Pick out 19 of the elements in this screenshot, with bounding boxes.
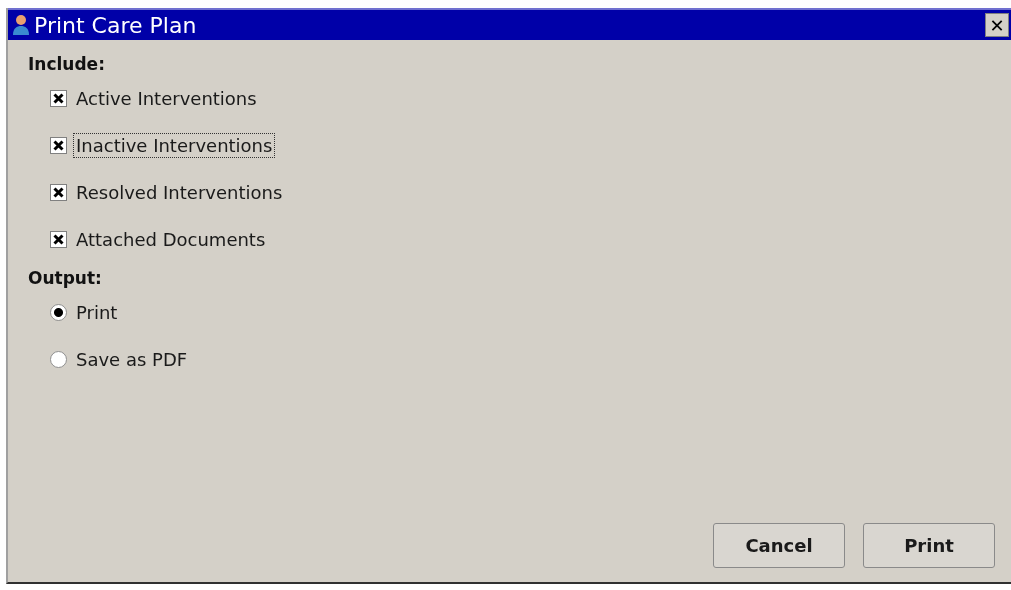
cancel-button[interactable]: Cancel [713, 523, 845, 568]
radio-button[interactable] [50, 303, 67, 321]
checkbox[interactable] [50, 136, 67, 154]
checkbox[interactable] [50, 230, 67, 248]
checkbox-label[interactable]: Resolved Interventions [73, 179, 286, 205]
user-icon [12, 14, 30, 36]
checkbox-label[interactable]: Active Interventions [73, 85, 260, 111]
radio-button[interactable] [50, 350, 67, 368]
close-button[interactable]: ✕ [985, 13, 1009, 37]
checkbox[interactable] [50, 89, 67, 107]
checkbox-label[interactable]: Inactive Interventions [73, 132, 276, 158]
checkbox-label[interactable]: Attached Documents [73, 226, 269, 252]
print-button[interactable]: Print [863, 523, 995, 568]
window-title: Print Care Plan [34, 12, 198, 38]
radio-label[interactable]: Save as PDF [73, 346, 191, 372]
radio-label[interactable]: Print [73, 299, 121, 325]
section-heading: Output: [28, 268, 102, 288]
checkbox[interactable] [50, 183, 67, 201]
section-heading: Include: [28, 54, 105, 74]
